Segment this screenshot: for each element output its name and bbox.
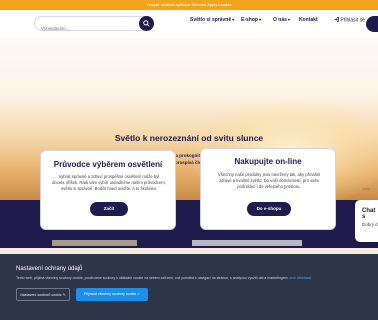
pencil-icon: ✎ [62,293,66,297]
chat-greeting: Dobrý d [362,222,378,227]
cookie-consent-bar: Nastavení ochrany údajů Tento web, přijí… [0,254,378,320]
cookie-text: Tento web, přijímá všechny soubory cooki… [16,276,376,280]
eshop-button[interactable]: Do e-shopu [247,202,291,216]
thumbnail-image [52,240,137,246]
card-text: Všechny naše produkty jsou navrženy tak,… [207,172,331,190]
cookie-settings-button[interactable]: Nastavení souborů cookie ✎ [16,288,70,301]
cookie-title: Nastavení ochrany údajů [16,266,83,272]
nav-label: O nás [273,17,287,23]
login-label: Přihlásit se [340,17,365,24]
cookie-settings-label: Nastavení souborů cookie [20,293,62,297]
accept-all-label: Přijmout všechny soubory cookie [83,292,137,296]
card-text-line: podnikání i do veřejného prostoru. [237,184,301,189]
top-banner-text: Terapie světlem aplikace Šleremé Apply L… [146,2,232,7]
nav-item-kontakt[interactable]: Kontakt [299,17,318,23]
login-icon [334,17,339,22]
nav-item-eshop[interactable]: E-shop▾ [241,17,261,23]
chat-widget[interactable]: Chat s Dobrý d [355,200,378,242]
more-info-link[interactable]: více informací [290,276,312,280]
card-title: Průvodce výběrem osvětlení [53,160,163,169]
search-input[interactable] [35,22,135,35]
chat-title: Chat s [362,208,376,220]
login-link[interactable]: Přihlásit se [334,17,365,24]
card-text-line: světlo si správně. Bodčil hned uvidíte. … [61,186,157,191]
site-header: Světlo si správně▾ E-shop▾ O nás▾ Kontak… [0,10,378,38]
search-icon [143,20,150,27]
check-icon: ✓ [137,292,141,296]
eshop-card: Nakupujte on-line Všechny naše produkty … [200,148,336,230]
cookie-description: Tento web, přijímá všechny soubory cooki… [16,276,289,280]
search-button[interactable] [139,16,154,31]
chevron-down-icon: ▾ [287,17,290,22]
cart-button[interactable] [366,16,378,32]
card-text: Vybrat správné a zdraví prospěšné osvětl… [47,174,171,192]
chat-top-label: cesti [362,186,371,191]
start-button[interactable]: Začít [90,202,128,216]
chevron-down-icon: ▾ [232,17,235,22]
nav-label: Světlo si správně [190,17,232,23]
top-banner[interactable]: Terapie světlem aplikace Šleremé Apply L… [0,0,378,10]
nav-label: E-shop [241,17,258,23]
guide-card: Průvodce výběrem osvětlení Vybrat správn… [40,150,176,230]
nav-label: Kontakt [299,17,318,23]
accept-all-cookies-button[interactable]: Přijmout všechny soubory cookie ✓ [76,288,148,301]
hero-title: Světlo k nerozeznání od svitu slunce [114,133,264,143]
nav-item-svetlo[interactable]: Světlo si správně▾ [190,17,234,23]
nav-item-o-nas[interactable]: O nás▾ [273,17,290,23]
chevron-down-icon: ▾ [258,17,261,22]
card-title: Nakupujte on-line [234,157,302,166]
thumbnail-image [192,240,302,246]
search-box [34,16,154,35]
